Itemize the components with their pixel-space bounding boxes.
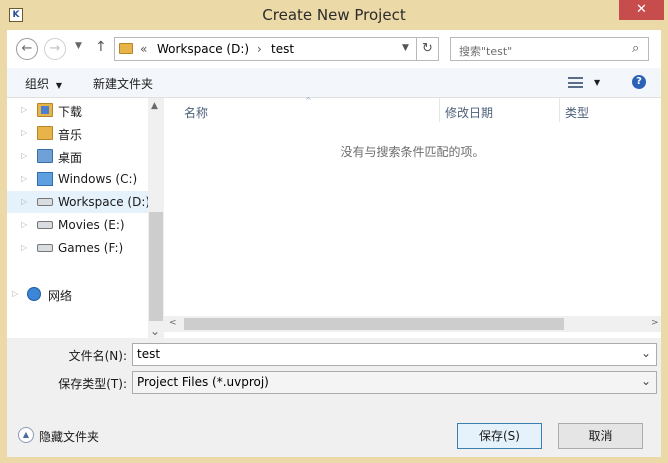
column-divider[interactable]: [559, 98, 560, 122]
sidebar-item-workspace-d[interactable]: ▷ Workspace (D:): [7, 191, 151, 213]
sidebar-item-label: 网络: [48, 289, 73, 303]
view-options-icon[interactable]: [568, 77, 583, 88]
search-placeholder[interactable]: 搜索"test": [459, 43, 512, 59]
expander-icon[interactable]: ▷: [21, 243, 27, 252]
expander-icon[interactable]: ▷: [21, 151, 27, 160]
navigation-pane: ▷ 下载 ▷ 音乐 ▷ 桌面 ▷ Windows (C:) ▷ Workspac…: [7, 98, 151, 338]
up-one-level-button[interactable]: ↑: [95, 39, 107, 55]
organize-menu[interactable]: 组织 ▼: [25, 75, 62, 92]
title-bar: K Create New Project ✕: [0, 0, 668, 30]
new-folder-button[interactable]: 新建文件夹: [93, 75, 153, 92]
music-folder-icon: [37, 126, 53, 140]
file-list-horizontal-scrollbar[interactable]: < >: [164, 316, 661, 332]
save-button[interactable]: 保存(S): [457, 423, 542, 449]
sidebar-item-music[interactable]: ▷ 音乐: [7, 122, 148, 144]
drive-icon: [37, 244, 53, 252]
hide-folders-label[interactable]: 隐藏文件夹: [39, 428, 99, 445]
address-dropdown-icon[interactable]: ▼: [402, 43, 409, 53]
expander-icon[interactable]: ▷: [21, 174, 27, 183]
sidebar-item-games-f[interactable]: ▷ Games (F:): [7, 237, 148, 259]
navigation-bar: ← → ▼ ↑ « Workspace (D:) › test ▼ ↻ 搜索"t…: [7, 30, 661, 68]
desktop-folder-icon: [37, 149, 53, 163]
breadcrumb-separator[interactable]: ›: [257, 42, 262, 56]
sidebar-item-desktop[interactable]: ▷ 桌面: [7, 145, 148, 167]
breadcrumb-test[interactable]: test: [271, 42, 294, 56]
filename-input[interactable]: test ⌄: [132, 343, 657, 366]
organize-label: 组织: [25, 77, 50, 91]
filename-value[interactable]: test: [137, 347, 160, 361]
folder-icon: [119, 43, 133, 54]
column-header-date-modified[interactable]: 修改日期: [445, 104, 493, 121]
expander-icon[interactable]: ▷: [21, 128, 27, 137]
sidebar-item-label: 桌面: [58, 151, 83, 165]
drive-icon: [37, 221, 53, 229]
sort-indicator-icon: ^: [305, 96, 312, 105]
search-box[interactable]: 搜索"test" ⌕: [450, 37, 649, 61]
sidebar-item-label: Movies (E:): [58, 218, 125, 232]
view-options-caret-icon[interactable]: ▼: [594, 78, 600, 87]
sidebar-item-downloads[interactable]: ▷ 下载: [7, 99, 148, 121]
scroll-thumb[interactable]: [184, 318, 564, 330]
breadcrumb-overflow[interactable]: «: [140, 42, 147, 56]
empty-folder-message: 没有与搜索条件匹配的项。: [340, 145, 485, 159]
sidebar-item-movies-e[interactable]: ▷ Movies (E:): [7, 214, 148, 236]
sidebar-item-label: Games (F:): [58, 241, 124, 255]
column-header-type[interactable]: 类型: [565, 104, 589, 121]
network-icon: [27, 287, 41, 301]
expander-icon[interactable]: ▷: [21, 220, 27, 229]
search-icon[interactable]: ⌕: [632, 41, 639, 56]
command-toolbar: 组织 ▼ 新建文件夹 ▼ ?: [7, 68, 661, 98]
column-header-name[interactable]: 名称: [184, 104, 208, 121]
download-folder-icon: [37, 103, 53, 117]
window-title: Create New Project: [262, 6, 406, 24]
scroll-down-icon[interactable]: ⌄: [150, 324, 160, 338]
navigation-pane-scrollbar[interactable]: ▲ ⌄: [148, 98, 164, 338]
save-form: 文件名(N): test ⌄ 保存类型(T): Project Files (*…: [7, 338, 661, 457]
sidebar-item-label: 音乐: [58, 128, 83, 142]
cancel-button[interactable]: 取消: [558, 423, 643, 449]
dialog-client-area: ← → ▼ ↑ « Workspace (D:) › test ▼ ↻ 搜索"t…: [7, 30, 661, 457]
drive-icon: [37, 198, 53, 206]
collapse-chevron-icon[interactable]: ▲: [18, 427, 34, 443]
system-drive-icon: [37, 172, 53, 186]
sidebar-item-label: Workspace (D:): [58, 195, 151, 209]
sidebar-item-label: 下载: [58, 105, 83, 119]
scroll-left-icon[interactable]: <: [169, 318, 177, 328]
close-button[interactable]: ✕: [619, 0, 664, 20]
back-button[interactable]: ←: [16, 38, 38, 60]
filetype-label: 保存类型(T):: [58, 377, 127, 391]
filename-dropdown-icon[interactable]: ⌄: [641, 346, 651, 360]
expander-icon[interactable]: ▷: [21, 105, 27, 114]
organize-caret-icon: ▼: [55, 81, 62, 90]
file-list[interactable]: ^ 名称 修改日期 类型 没有与搜索条件匹配的项。: [164, 96, 661, 338]
recent-locations-chevron-icon[interactable]: ▼: [75, 41, 82, 51]
filetype-dropdown-icon[interactable]: ⌄: [641, 374, 651, 388]
scroll-up-icon[interactable]: ▲: [151, 101, 158, 111]
help-icon[interactable]: ?: [632, 75, 646, 89]
column-divider[interactable]: [439, 98, 440, 122]
sidebar-item-network[interactable]: ▷ 网络: [7, 283, 148, 305]
sidebar-item-label: Windows (C:): [58, 172, 138, 186]
expander-icon[interactable]: ▷: [12, 289, 18, 298]
scroll-thumb[interactable]: [149, 212, 163, 321]
breadcrumb-workspace[interactable]: Workspace (D:): [157, 42, 249, 56]
refresh-button[interactable]: ↻: [417, 37, 439, 61]
filetype-value[interactable]: Project Files (*.uvproj): [137, 375, 269, 389]
filetype-select[interactable]: Project Files (*.uvproj) ⌄: [132, 371, 657, 394]
address-bar[interactable]: « Workspace (D:) › test ▼: [114, 37, 417, 61]
sidebar-item-windows-c[interactable]: ▷ Windows (C:): [7, 168, 148, 190]
dialog-window: K Create New Project ✕ ← → ▼ ↑ « Workspa…: [0, 0, 668, 463]
filename-label: 文件名(N):: [68, 349, 127, 363]
scroll-right-icon[interactable]: >: [651, 318, 659, 328]
expander-icon[interactable]: ▷: [21, 197, 27, 206]
forward-button[interactable]: →: [44, 38, 66, 60]
